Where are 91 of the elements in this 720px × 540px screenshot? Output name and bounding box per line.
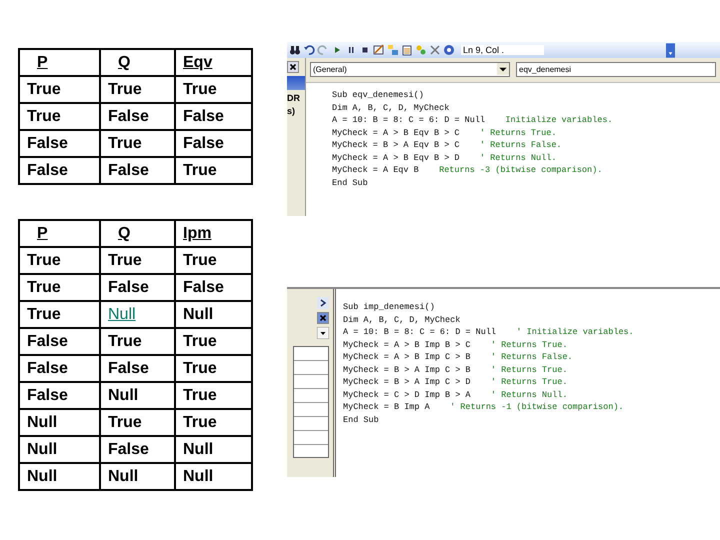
table-cell: False: [27, 360, 68, 376]
table-cell: True: [108, 80, 142, 98]
table-cell: Null: [183, 306, 214, 322]
code-line: End Sub: [343, 414, 379, 426]
column-header: Q: [117, 224, 130, 242]
code-line: Sub eqv_denemesi(): [332, 89, 424, 102]
table-cell: False: [108, 278, 149, 296]
table-cell: True: [183, 386, 217, 404]
table-cell: False: [108, 440, 149, 458]
caret-icon[interactable]: [497, 63, 509, 75]
code-line: MyCheck = A > B Eqv B > C: [332, 126, 460, 139]
code-comment: ' Returns Null.: [490, 388, 568, 401]
cursor-position: Ln 9, Col .: [461, 45, 544, 55]
table-cell: True: [183, 252, 217, 268]
design-mode-icon[interactable]: [373, 44, 385, 56]
table-cell: False: [27, 332, 68, 350]
close-icon[interactable]: [287, 61, 299, 73]
table-cell: True: [183, 332, 217, 350]
code-comment: ' Initialize variables.: [516, 326, 634, 338]
table-cell: True: [27, 306, 61, 322]
code-comment: ' Returns True.: [480, 126, 556, 139]
code-line: MyCheck = A > B Eqv B > D: [332, 152, 460, 164]
table-cell: True: [183, 360, 217, 376]
code-comment: Returns -3 (bitwise comparison).: [439, 164, 602, 176]
code-comment: ' Returns -1 (bitwise comparison).: [450, 401, 624, 414]
pane-text: s): [287, 106, 296, 116]
toolbar-overflow-icon[interactable]: [666, 42, 676, 58]
code-line: MyCheck = A > B Imp B > C: [343, 338, 471, 351]
table-cell: True: [183, 80, 217, 98]
code-line: MyCheck = C > D Imp B > A: [343, 388, 471, 401]
procedure-dropdown[interactable]: eqv_denemesi: [516, 62, 716, 77]
code-line: Dim A, B, C, D, MyCheck: [332, 102, 450, 114]
table-cell: False: [108, 162, 149, 178]
table-cell: Null: [27, 468, 58, 484]
code-line: MyCheck = A > B Imp C > B: [343, 351, 471, 364]
table-cell: True: [27, 278, 61, 296]
code-line: A = 10: B = 8: C = 6: D = Null: [332, 114, 486, 126]
table-cell: False: [183, 134, 224, 152]
help-icon[interactable]: [443, 44, 455, 56]
table-cell: Null: [108, 306, 136, 322]
code-line: MyCheck = B > A Imp C > D: [343, 376, 471, 388]
table-cell: Null: [108, 468, 138, 484]
table-cell: True: [108, 332, 142, 350]
pane-text: DR: [287, 93, 300, 103]
code-line: MyCheck = A Eqv B: [332, 164, 419, 176]
column-header: P: [36, 224, 48, 242]
table-cell: False: [27, 134, 68, 152]
close-icon[interactable]: [317, 312, 329, 324]
code-comment: ' Returns True.: [490, 364, 568, 376]
code-comment: ' Returns True.: [490, 338, 568, 351]
table-cell: Null: [183, 440, 214, 458]
undo-icon[interactable]: [303, 44, 315, 56]
table-cell: False: [27, 162, 68, 178]
table-cell: Null: [27, 440, 58, 458]
column-header: Ipm: [183, 224, 212, 242]
column-header: Q: [117, 54, 130, 70]
code-line: MyCheck = B > A Imp C > B: [343, 364, 471, 376]
code-comment: ' Returns False.: [480, 139, 562, 152]
table-cell: False: [108, 360, 149, 376]
properties-icon[interactable]: [401, 44, 413, 56]
table-cell: False: [27, 386, 68, 404]
object-dropdown[interactable]: (General): [310, 62, 510, 77]
table-cell: Null: [108, 386, 138, 404]
table-cell: False: [108, 108, 149, 124]
code-line: MyCheck = B Imp A: [343, 401, 430, 414]
code-comment: ' Returns True.: [490, 376, 568, 388]
code-line: End Sub: [332, 176, 368, 189]
table-cell: True: [27, 108, 61, 124]
table-cell: True: [108, 414, 142, 430]
table-cell: True: [108, 134, 142, 152]
table-cell: True: [108, 252, 142, 268]
code-line: MyCheck = B > A Eqv B > C: [332, 139, 460, 152]
table-cell: Null: [183, 468, 214, 484]
column-header: P: [36, 54, 48, 70]
table-cell: True: [183, 162, 217, 178]
table-cell: True: [27, 80, 61, 98]
code-comment: ' Returns False.: [490, 351, 573, 364]
table-cell: False: [183, 278, 224, 296]
project-explorer-icon[interactable]: [387, 44, 399, 56]
code-comment: ' Returns Null.: [480, 152, 556, 164]
table-cell: False: [183, 108, 224, 124]
code-line: Dim A, B, C, D, MyCheck: [343, 314, 460, 326]
code-line: A = 10: B = 8: C = 6: D = Null: [343, 326, 496, 338]
code-comment: Initialize variables.: [505, 114, 613, 126]
code-line: Sub imp_denemesi(): [343, 301, 435, 314]
table-cell: True: [183, 414, 217, 430]
table-cell: Null: [27, 414, 58, 430]
dropdown-icon[interactable]: [317, 327, 329, 339]
table-cell: True: [27, 252, 61, 268]
column-header: Eqv: [183, 54, 212, 70]
binoculars-icon[interactable]: [289, 44, 301, 56]
